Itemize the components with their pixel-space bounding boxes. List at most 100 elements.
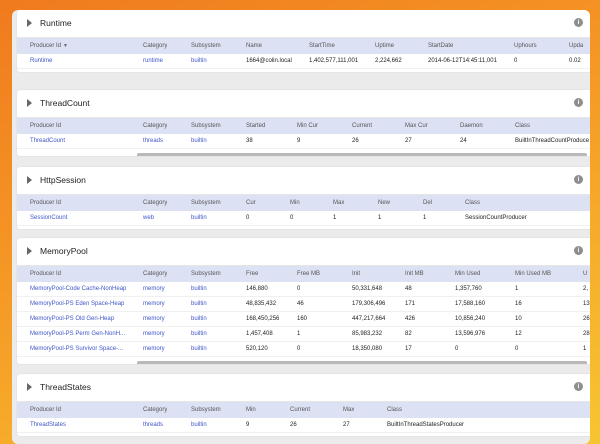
column-header[interactable]: Subsystem (191, 266, 221, 282)
horizontal-scrollbar[interactable] (137, 361, 587, 364)
subsystem-link[interactable]: builtin (191, 134, 207, 149)
producer-id-link[interactable]: MemoryPool-PS Old Gen-Heap (30, 312, 138, 327)
panel-header-memorypool[interactable]: MemoryPool i (17, 238, 590, 266)
column-header[interactable]: Min (246, 402, 256, 418)
column-header[interactable]: Subsystem (191, 38, 221, 54)
column-header[interactable]: Current (352, 118, 372, 134)
subsystem-link[interactable]: builtin (191, 282, 207, 297)
column-header[interactable]: U (583, 266, 587, 282)
column-header[interactable]: Min (290, 195, 300, 211)
column-header[interactable]: Class (465, 195, 480, 211)
column-header[interactable]: Producer Id ▼ (30, 38, 68, 54)
column-header[interactable]: Min Used MB (515, 266, 551, 282)
column-header[interactable]: Del (423, 195, 432, 211)
table-row[interactable]: MemoryPool-PS Old Gen-Heap memory builtin 1… (17, 312, 590, 327)
column-header[interactable]: Free (246, 266, 258, 282)
column-header[interactable]: Uptime (375, 38, 394, 54)
category-link[interactable]: memory (143, 327, 165, 342)
expand-caret-icon[interactable] (27, 176, 32, 184)
expand-caret-icon[interactable] (27, 19, 32, 27)
producer-id-link[interactable]: Runtime (30, 54, 138, 69)
column-header[interactable]: Producer Id (30, 118, 61, 134)
column-header[interactable]: Subsystem (191, 118, 221, 134)
subsystem-link[interactable]: builtin (191, 312, 207, 327)
category-link[interactable]: threads (143, 418, 163, 433)
table-header-row: Producer Id Category Subsystem Started Min C… (17, 118, 590, 134)
column-header[interactable]: Uphours (514, 38, 537, 54)
subsystem-link[interactable]: builtin (191, 342, 207, 357)
info-icon[interactable]: i (574, 175, 583, 184)
producer-id-link[interactable]: ThreadCount (30, 134, 138, 149)
info-icon[interactable]: i (574, 98, 583, 107)
table-row[interactable]: MemoryPool-PS Eden Space-Heap memory built… (17, 297, 590, 312)
subsystem-link[interactable]: builtin (191, 327, 207, 342)
column-header[interactable]: Free MB (297, 266, 320, 282)
table-row[interactable]: ThreadCount threads builtin 38 9 26 27 24 BuiltI… (17, 134, 590, 149)
producer-id-link[interactable]: MemoryPool-PS Eden Space-Heap (30, 297, 138, 312)
column-header[interactable]: Init MB (405, 266, 424, 282)
producer-id-link[interactable]: SessionCount (30, 211, 138, 226)
column-header[interactable]: Producer Id (30, 266, 61, 282)
column-header[interactable]: Min Used (455, 266, 480, 282)
column-header[interactable]: Daemon (460, 118, 483, 134)
subsystem-link[interactable]: builtin (191, 418, 207, 433)
info-icon[interactable]: i (574, 382, 583, 391)
column-header[interactable]: Name (246, 38, 262, 54)
producer-id-link[interactable]: MemoryPool-PS Survivor Space-... (30, 342, 138, 357)
table-row[interactable]: Runtime runtime builtin 1664@colin.local 1,4… (17, 54, 590, 69)
column-header[interactable]: Subsystem (191, 402, 221, 418)
column-header[interactable]: Min Cur (297, 118, 318, 134)
subsystem-link[interactable]: builtin (191, 297, 207, 312)
expand-caret-icon[interactable] (27, 99, 32, 107)
category-link[interactable]: runtime (143, 54, 163, 69)
subsystem-link[interactable]: builtin (191, 54, 207, 69)
table-row[interactable]: SessionCount web builtin 0 0 1 1 1 SessionCountP… (17, 211, 590, 226)
column-header[interactable]: Category (143, 266, 167, 282)
producer-id-link[interactable]: ThreadStates (30, 418, 138, 433)
column-header[interactable]: Category (143, 38, 167, 54)
column-header[interactable]: StartDate (428, 38, 453, 54)
producer-id-link[interactable]: MemoryPool-PS Perm Gen-NonH... (30, 327, 138, 342)
table-row[interactable]: ThreadStates threads builtin 9 26 27 BuiltInTh… (17, 418, 590, 433)
column-header[interactable]: Max Cur (405, 118, 428, 134)
column-header[interactable]: Max (343, 402, 354, 418)
category-link[interactable]: memory (143, 312, 165, 327)
subsystem-link[interactable]: builtin (191, 211, 207, 226)
info-icon[interactable]: i (574, 246, 583, 255)
column-header[interactable]: Current (290, 402, 310, 418)
category-link[interactable]: memory (143, 342, 165, 357)
column-header-label: Uphours (514, 43, 537, 49)
category-link[interactable]: memory (143, 297, 165, 312)
column-header[interactable]: Upda (569, 38, 583, 54)
horizontal-scrollbar[interactable] (137, 153, 587, 156)
column-header[interactable]: Class (387, 402, 402, 418)
category-link[interactable]: memory (143, 282, 165, 297)
column-header[interactable]: Started (246, 118, 265, 134)
column-header[interactable]: Category (143, 195, 167, 211)
sort-desc-icon[interactable]: ▼ (63, 43, 68, 49)
column-header[interactable]: Subsystem (191, 195, 221, 211)
column-header[interactable]: Class (515, 118, 530, 134)
column-header[interactable]: New (378, 195, 390, 211)
column-header[interactable]: Init (352, 266, 360, 282)
column-header[interactable]: StartTime (309, 38, 335, 54)
column-header[interactable]: Category (143, 118, 167, 134)
producer-id-link[interactable]: MemoryPool-Code Cache-NonHeap (30, 282, 138, 297)
column-header[interactable]: Max (333, 195, 344, 211)
expand-caret-icon[interactable] (27, 383, 32, 391)
table-row[interactable]: MemoryPool-PS Survivor Space-... memory bu… (17, 342, 590, 357)
column-header[interactable]: Category (143, 402, 167, 418)
panel-header-threadcount[interactable]: ThreadCount i (17, 90, 590, 118)
category-link[interactable]: web (143, 211, 154, 226)
panel-header-httpsession[interactable]: HttpSession i (17, 167, 590, 195)
table-row[interactable]: MemoryPool-Code Cache-NonHeap memory built… (17, 282, 590, 297)
column-header[interactable]: Producer Id (30, 195, 61, 211)
panel-header-runtime[interactable]: Runtime i (17, 10, 590, 38)
panel-header-threadstates[interactable]: ThreadStates i (17, 374, 590, 402)
column-header[interactable]: Producer Id (30, 402, 61, 418)
category-link[interactable]: threads (143, 134, 163, 149)
expand-caret-icon[interactable] (27, 247, 32, 255)
info-icon[interactable]: i (574, 18, 583, 27)
column-header[interactable]: Cur (246, 195, 256, 211)
table-row[interactable]: MemoryPool-PS Perm Gen-NonH... memory buil… (17, 327, 590, 342)
